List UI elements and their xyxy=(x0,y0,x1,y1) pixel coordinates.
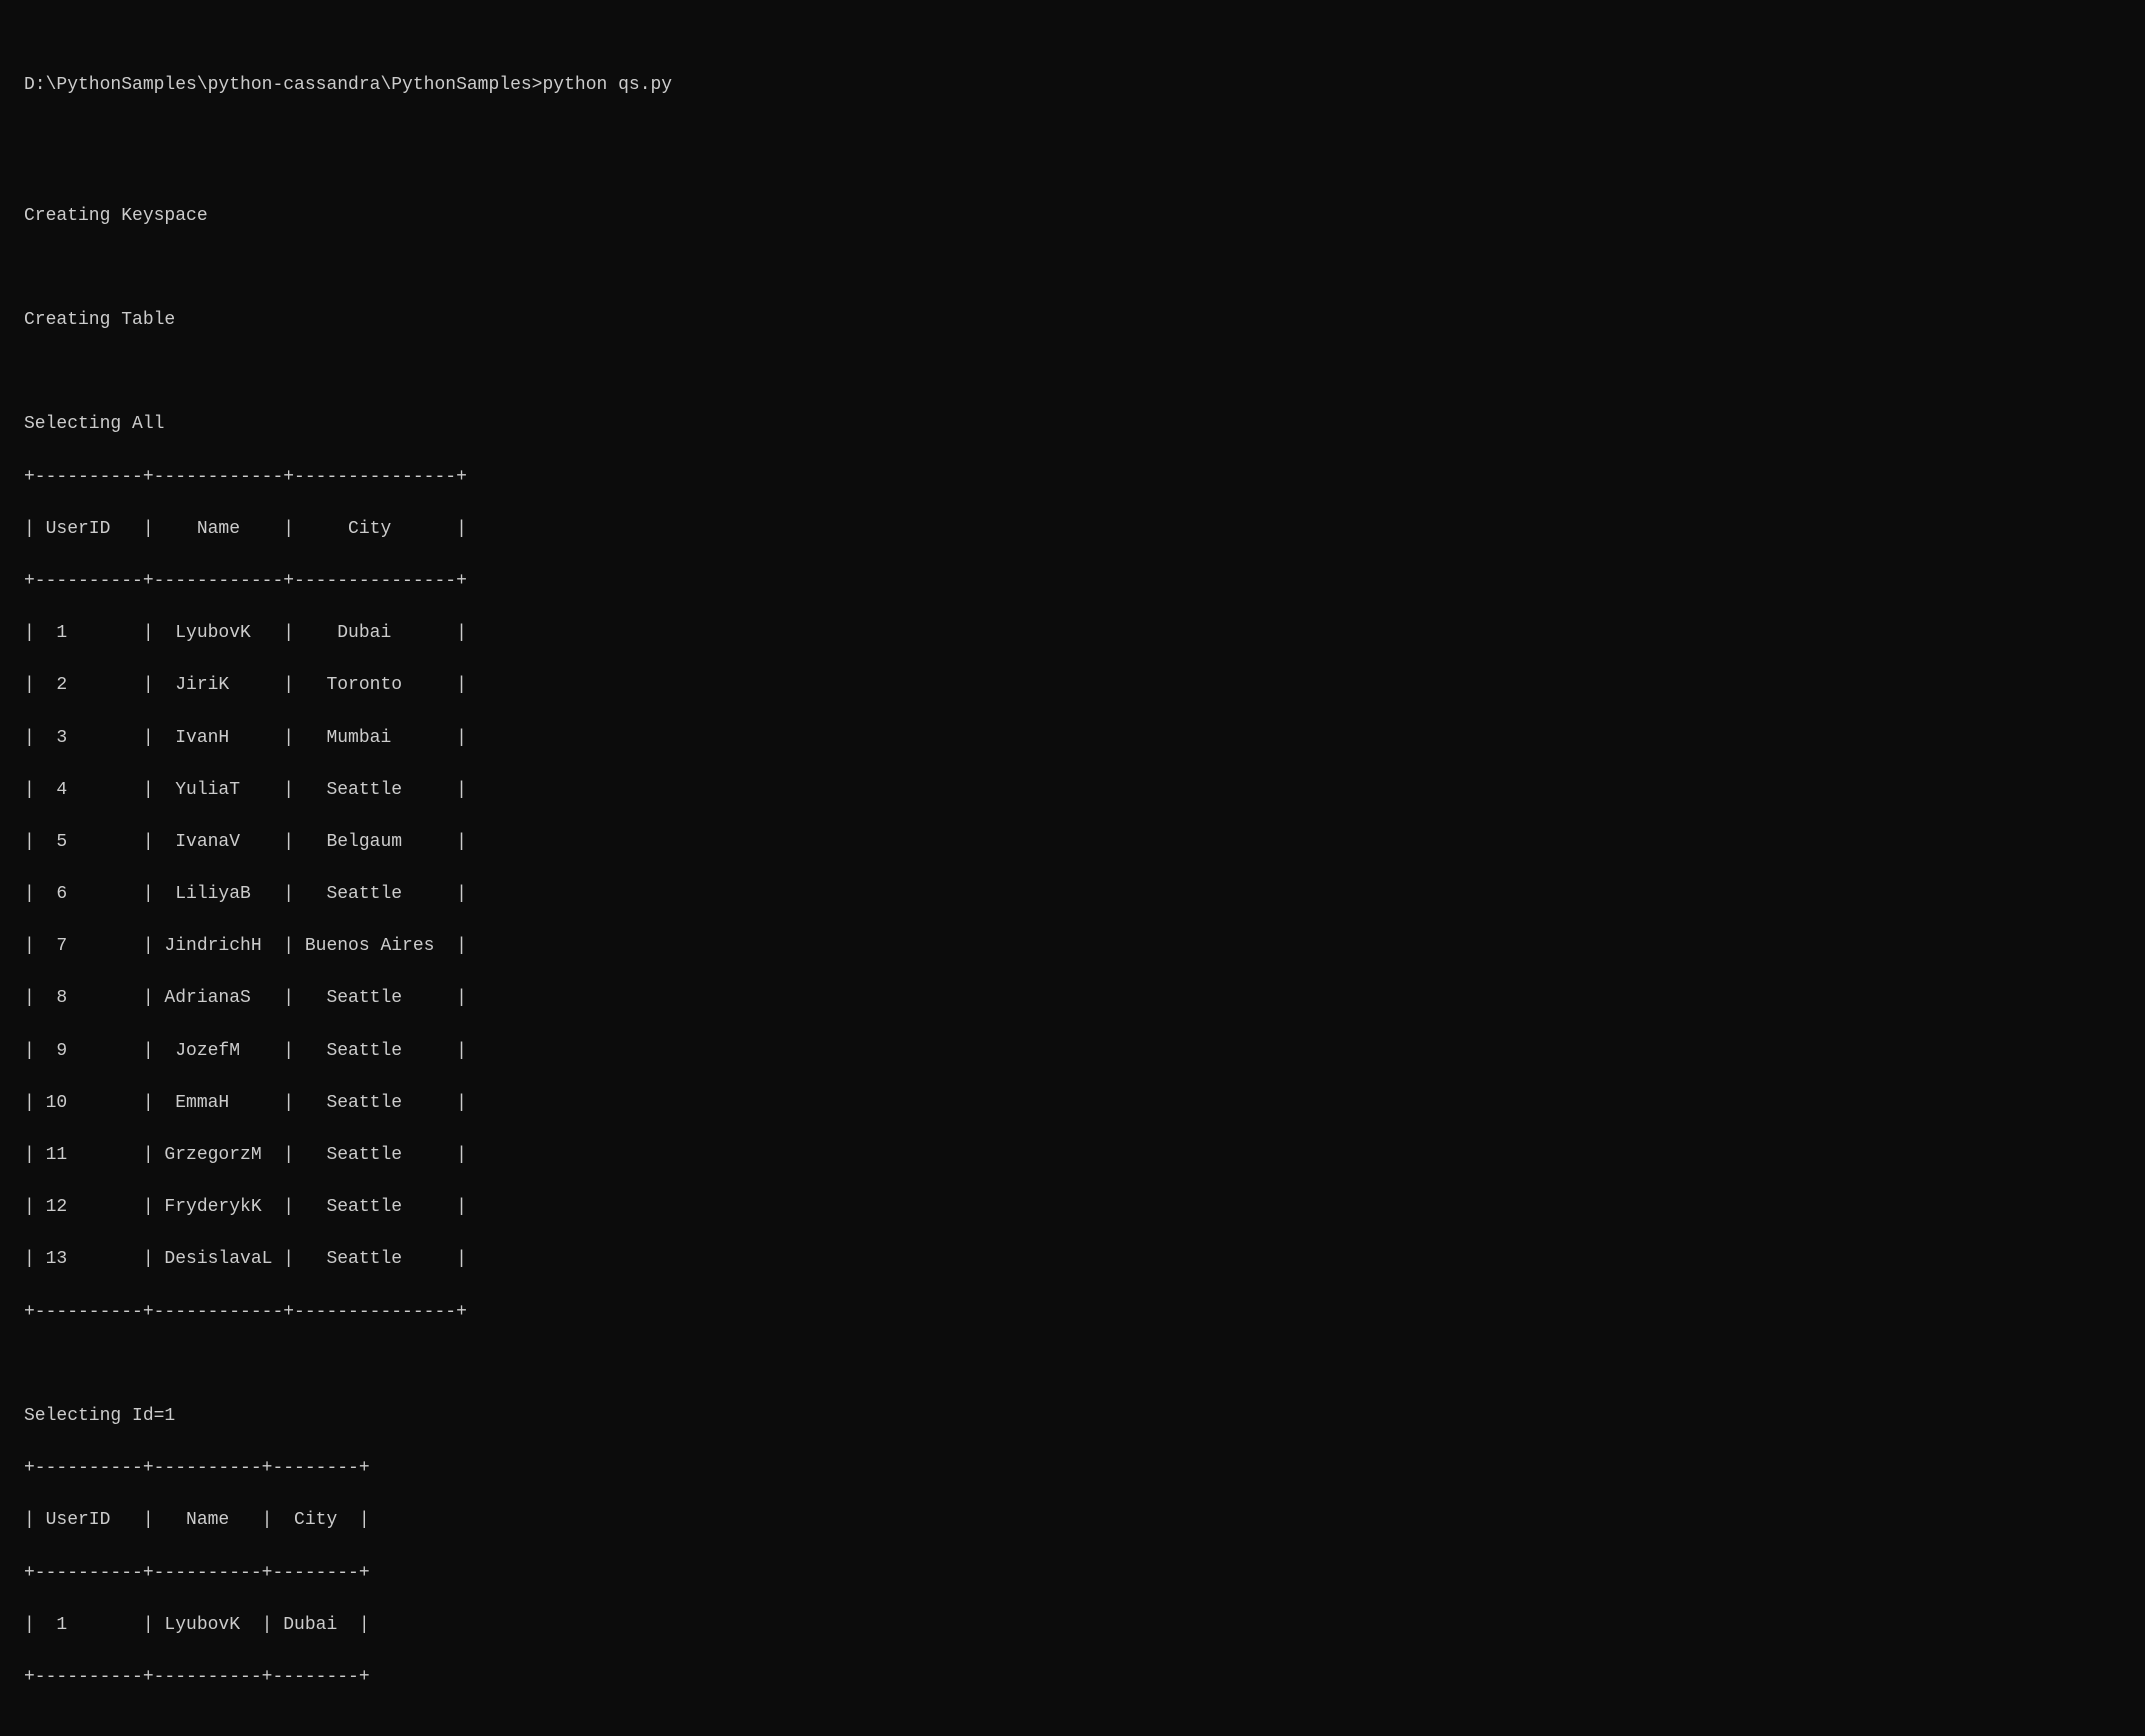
terminal-window: D:\PythonSamples\python-cassandra\Python… xyxy=(24,20,2121,124)
terminal-line: | 13 | DesislavaL | Seattle | xyxy=(24,1246,2121,1272)
terminal-line: +----------+------------+---------------… xyxy=(24,568,2121,594)
terminal-line: Selecting Id=1 xyxy=(24,1403,2121,1429)
terminal-line: Selecting All xyxy=(24,411,2121,437)
command-line: D:\PythonSamples\python-cassandra\Python… xyxy=(24,72,2121,98)
terminal-line: +----------+----------+--------+ xyxy=(24,1560,2121,1586)
terminal-line xyxy=(24,359,2121,385)
terminal-line: | 1 | LyubovK | Dubai | xyxy=(24,620,2121,646)
terminal-line: | 8 | AdrianaS | Seattle | xyxy=(24,985,2121,1011)
terminal-line: | 11 | GrzegorzM | Seattle | xyxy=(24,1142,2121,1168)
terminal-line: +----------+----------+--------+ xyxy=(24,1455,2121,1481)
terminal-line: +----------+----------+--------+ xyxy=(24,1664,2121,1690)
terminal-line: | 4 | YuliaT | Seattle | xyxy=(24,777,2121,803)
terminal-output: Creating Keyspace Creating Table Selecti… xyxy=(24,124,2121,1716)
terminal-line: +----------+------------+---------------… xyxy=(24,464,2121,490)
terminal-line: | 9 | JozefM | Seattle | xyxy=(24,1038,2121,1064)
terminal-line xyxy=(24,1351,2121,1377)
terminal-line: | 10 | EmmaH | Seattle | xyxy=(24,1090,2121,1116)
terminal-line: | 1 | LyubovK | Dubai | xyxy=(24,1612,2121,1638)
terminal-line: | 5 | IvanaV | Belgaum | xyxy=(24,829,2121,855)
terminal-line: | 6 | LiliyaB | Seattle | xyxy=(24,881,2121,907)
terminal-line: | 12 | FryderykK | Seattle | xyxy=(24,1194,2121,1220)
terminal-line xyxy=(24,255,2121,281)
terminal-line: Creating Keyspace xyxy=(24,203,2121,229)
terminal-line: | 3 | IvanH | Mumbai | xyxy=(24,725,2121,751)
terminal-line: | 7 | JindrichH | Buenos Aires | xyxy=(24,933,2121,959)
terminal-line: | 2 | JiriK | Toronto | xyxy=(24,672,2121,698)
terminal-line: | UserID | Name | City | xyxy=(24,516,2121,542)
terminal-line: Creating Table xyxy=(24,307,2121,333)
terminal-line xyxy=(24,150,2121,176)
terminal-line: | UserID | Name | City | xyxy=(24,1507,2121,1533)
terminal-line: +----------+------------+---------------… xyxy=(24,1299,2121,1325)
